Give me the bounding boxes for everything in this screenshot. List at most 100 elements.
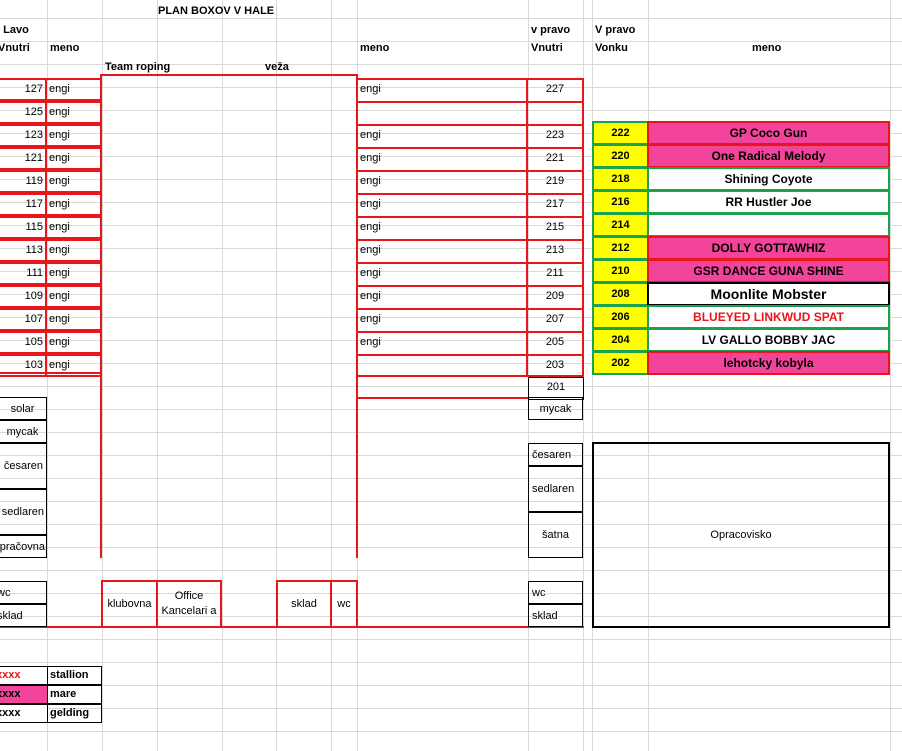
box-number: 127: [24, 83, 43, 95]
box-divider: [45, 262, 47, 285]
outer-box-number: 206: [592, 305, 649, 329]
box-number: 123: [24, 129, 43, 141]
right-box-row: engi 213: [356, 239, 584, 262]
right-box-row: engi 227: [356, 78, 584, 101]
horse-name: engi: [49, 106, 70, 118]
left-box-row: 113 engi: [0, 239, 102, 262]
outer-box-number: 204: [592, 328, 649, 352]
box-number: 105: [24, 336, 43, 348]
label-team-roping: Team roping: [105, 61, 171, 73]
room-office: Office Kancelari a: [156, 580, 222, 628]
left-box-row: 123 engi: [0, 124, 102, 147]
arena-opracovisko: Opracovisko: [592, 442, 890, 628]
box-number: 215: [545, 221, 565, 233]
box-number: 221: [545, 152, 565, 164]
room-sklad-center: sklad: [276, 580, 332, 628]
box-divider: [45, 216, 47, 239]
room-opracovna: opračovna: [0, 535, 47, 558]
right-box-row: engi 215: [356, 216, 584, 239]
header-right-inner: Vnutri: [531, 42, 563, 54]
outer-box-name: Shining Coyote: [647, 167, 890, 191]
gridline-h: [0, 18, 902, 19]
right-box-row: engi 221: [356, 147, 584, 170]
horse-name: engi: [360, 267, 381, 279]
outer-box-name: DOLLY GOTTAWHIZ: [647, 236, 890, 260]
horse-name: engi: [49, 198, 70, 210]
left-box-row: 109 engi: [0, 285, 102, 308]
gridline-h: [0, 639, 902, 640]
legend-mark: xxxx: [0, 685, 47, 704]
room-mycak-left: mycak: [0, 420, 47, 443]
left-box-row: 127 engi: [0, 78, 102, 101]
horse-name: engi: [360, 198, 381, 210]
box-number: 107: [24, 313, 43, 325]
right-box-row: engi 217: [356, 193, 584, 216]
horse-name: engi: [49, 83, 70, 95]
horse-name: engi: [360, 152, 381, 164]
left-box-row: 117 engi: [0, 193, 102, 216]
horse-name: engi: [360, 221, 381, 233]
left-box-row: 121 engi: [0, 147, 102, 170]
horse-name: engi: [49, 244, 70, 256]
horse-name: engi: [360, 336, 381, 348]
aisle-right-wall: [356, 74, 358, 558]
box-number: 211: [546, 267, 564, 279]
outer-box-number: 222: [592, 121, 649, 145]
box-number: 115: [25, 221, 43, 233]
box-number: 111: [26, 267, 43, 279]
left-box-row: 125 engi: [0, 101, 102, 124]
header-right-top: v pravo: [531, 24, 571, 36]
header-outer: Vonku: [595, 42, 628, 54]
box-number: 207: [545, 313, 565, 325]
outer-box-name: One Radical Melody: [647, 144, 890, 168]
horse-name: engi: [360, 244, 381, 256]
left-box-row: 105 engi: [0, 331, 102, 354]
outer-box-number: 210: [592, 259, 649, 283]
gridline-h: [0, 731, 902, 732]
right-box-row: engi 223: [356, 124, 584, 147]
box-divider: [45, 124, 47, 147]
header-left-top: v Lavo: [0, 24, 29, 36]
box-divider: [45, 331, 47, 354]
box-divider: [45, 78, 47, 101]
box-number: 205: [545, 336, 565, 348]
left-box-row: 107 engi: [0, 308, 102, 331]
right-box-row: engi 209: [356, 285, 584, 308]
right-box-row: engi 219: [356, 170, 584, 193]
gridline-h: [0, 685, 902, 686]
outer-box-number: 218: [592, 167, 649, 191]
box-number: 217: [545, 198, 565, 210]
right-box-row: [356, 101, 584, 124]
gridline-h: [0, 409, 902, 410]
box-number: 121: [24, 152, 43, 164]
right-box-row: 203: [356, 354, 584, 377]
horse-name: engi: [360, 83, 381, 95]
gridline-h: [0, 386, 902, 387]
gridline-h: [0, 432, 902, 433]
outer-box-number: 216: [592, 190, 649, 214]
box-number: 119: [25, 175, 43, 187]
legend-label: gelding: [47, 704, 102, 723]
box-number: 125: [24, 106, 43, 118]
box-number: 227: [545, 83, 565, 95]
room-cesaren-right: česaren: [528, 443, 583, 466]
horse-name: engi: [49, 359, 70, 371]
room-wc-right: wc: [528, 581, 583, 604]
right-box-row: engi 207: [356, 308, 584, 331]
outer-box-name: [647, 213, 890, 237]
legend-mark: xxxx: [0, 704, 47, 723]
box-divider: [45, 308, 47, 331]
box-divider: [45, 170, 47, 193]
legend-label: stallion: [47, 666, 102, 685]
box-number: 213: [545, 244, 565, 256]
horse-name: engi: [49, 290, 70, 302]
right-divider: [356, 397, 528, 399]
box-number: 203: [545, 359, 565, 371]
room-sklad-right: sklad: [528, 604, 583, 627]
horse-name: engi: [49, 175, 70, 187]
legend-mark: xxxx: [0, 666, 47, 685]
box-number: 103: [24, 359, 43, 371]
outer-box-number: 202: [592, 351, 649, 375]
room-sedlaren-left: sedlaren: [0, 489, 47, 535]
room-solar: solar: [0, 397, 47, 420]
